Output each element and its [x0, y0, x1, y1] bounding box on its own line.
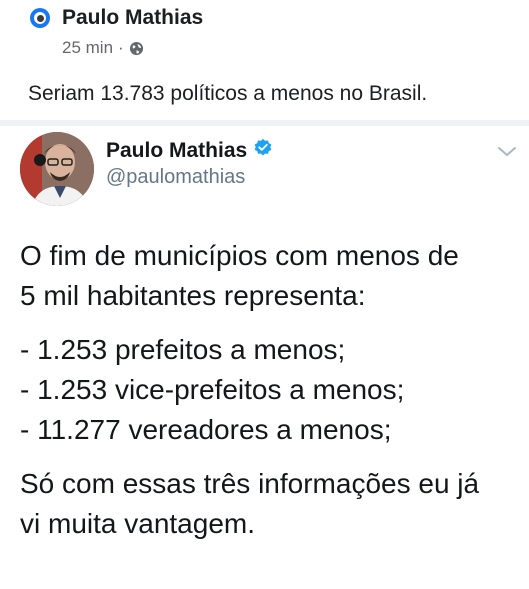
tweet-handle[interactable]: @paulomathias	[106, 166, 245, 189]
tweet-line: vi muita vantagem.	[20, 508, 255, 539]
tweet-line: O fim de municípios com menos de	[20, 240, 459, 271]
tweet-line: Só com essas três informações eu já	[20, 468, 480, 499]
tweet-line: - 1.253 prefeitos a menos;	[20, 334, 346, 365]
verified-badge-icon	[253, 138, 273, 164]
tweet-line: - 1.253 vice-prefeitos a menos;	[20, 374, 405, 405]
profile-avatar[interactable]	[30, 8, 50, 28]
chevron-down-icon[interactable]	[496, 144, 518, 160]
tweet-text: O fim de municípios com menos de 5 mil h…	[20, 236, 520, 544]
tweet-display-name[interactable]: Paulo Mathias	[106, 138, 273, 164]
tweet-line: 5 mil habitantes representa:	[20, 280, 366, 311]
post-author-name[interactable]: Paulo Mathias	[62, 6, 203, 30]
post-text: Seriam 13.783 políticos a menos no Brasi…	[28, 82, 428, 105]
post-meta: 25 min ·	[62, 38, 144, 58]
tweet-line: - 11.277 vereadores a menos;	[20, 414, 392, 445]
facebook-post: Paulo Mathias 25 min · Seriam 13.783 pol…	[0, 0, 529, 120]
tweet-name-text: Paulo Mathias	[106, 139, 248, 162]
meta-separator: ·	[118, 38, 124, 57]
post-timestamp[interactable]: 25 min	[62, 38, 113, 58]
tweet-avatar[interactable]	[20, 132, 94, 206]
tweet-card: Paulo Mathias @paulomathias O fim de mun…	[0, 126, 529, 589]
globe-icon[interactable]	[129, 41, 144, 56]
